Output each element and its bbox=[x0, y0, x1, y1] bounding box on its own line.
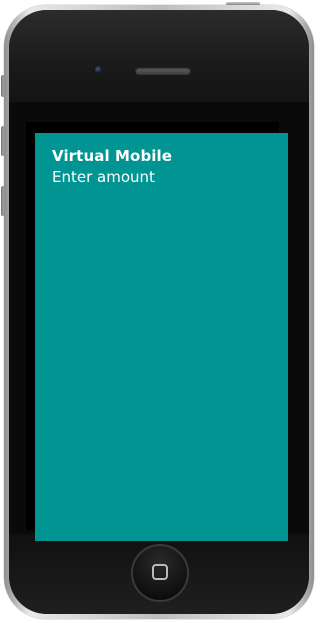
front-camera-icon bbox=[95, 66, 102, 73]
earpiece-speaker-icon bbox=[135, 67, 191, 75]
home-button[interactable] bbox=[131, 544, 189, 602]
device-stage: Virtual Mobile Enter amount bbox=[0, 0, 318, 623]
amount-prompt: Enter amount bbox=[52, 168, 155, 186]
app-screen[interactable]: Virtual Mobile Enter amount bbox=[35, 133, 288, 541]
app-title: Virtual Mobile bbox=[52, 147, 173, 165]
home-square-icon bbox=[152, 564, 168, 580]
phone-top-panel bbox=[9, 10, 309, 102]
